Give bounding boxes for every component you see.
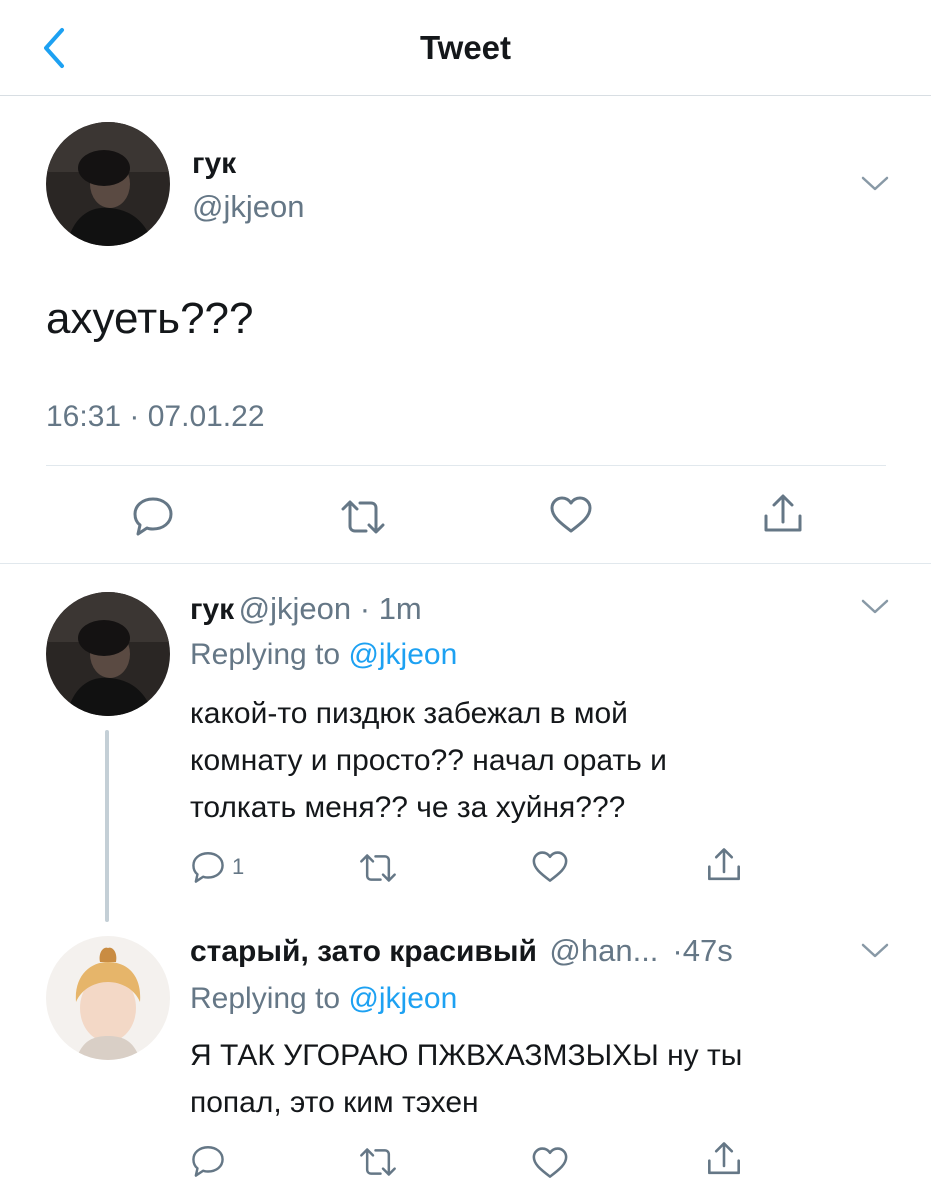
reply-time: 1m — [378, 591, 422, 626]
chevron-down-icon — [861, 599, 889, 614]
text-line: комнату и просто?? начал орать и — [190, 744, 667, 777]
reply-button[interactable] — [190, 1144, 226, 1183]
retweet-button[interactable] — [358, 1146, 398, 1183]
share-icon — [708, 848, 740, 881]
separator-dot: · — [351, 591, 379, 626]
section-divider — [0, 563, 931, 564]
replying-label: Replying to — [190, 638, 341, 671]
separator-dot: · — [672, 933, 683, 968]
reply-header: гук @jkjeon · 1m — [190, 590, 422, 628]
retweet-button[interactable] — [339, 498, 387, 541]
replying-to: Replying to @jkjeon — [190, 980, 457, 1018]
chevron-down-icon — [861, 943, 889, 958]
mention-link[interactable]: @jkjeon — [348, 982, 457, 1015]
reply-icon — [133, 497, 173, 536]
reply-header: старый, зато красивый @han... ·47s — [190, 932, 733, 970]
display-name[interactable]: гук — [192, 146, 236, 182]
reply-button[interactable] — [131, 495, 175, 542]
mention-link[interactable]: @jkjeon — [348, 638, 457, 671]
reply-text: какой-то пиздюк забежал в мой комнату и … — [190, 690, 667, 831]
avatar[interactable] — [46, 936, 170, 1060]
page-title: Tweet — [419, 29, 512, 66]
retweet-icon — [360, 1148, 396, 1176]
replying-to: Replying to @jkjeon — [190, 636, 457, 674]
user-photo — [46, 122, 170, 246]
tweet-timestamp: 16:31 · 07.01.22 — [46, 400, 265, 433]
tweet-options-button[interactable] — [860, 942, 890, 960]
replying-label: Replying to — [190, 982, 341, 1015]
tweet-text: ахуеть??? — [46, 294, 254, 343]
username-handle[interactable]: @han... — [549, 933, 658, 968]
tweet-options-button[interactable] — [860, 175, 890, 193]
reply-count: 1 — [232, 854, 245, 879]
username-handle[interactable]: @jkjeon — [239, 591, 351, 626]
user-photo — [46, 936, 170, 1060]
text-line: толкать меня?? че за хуйня??? — [190, 791, 626, 824]
reply-text: Я ТАК УГОРАЮ ПЖВХАЗМЗЫХЫ ну ты попал, эт… — [190, 1032, 742, 1126]
display-name[interactable]: старый, зато красивый — [190, 935, 537, 968]
text-line: какой-то пиздюк забежал в мой — [190, 697, 628, 730]
heart-icon — [532, 851, 568, 882]
heart-icon — [550, 496, 592, 533]
retweet-button[interactable] — [358, 852, 398, 889]
thread-line — [105, 730, 109, 922]
avatar[interactable] — [46, 122, 170, 246]
retweet-icon — [341, 500, 385, 534]
share-icon — [708, 1142, 740, 1175]
avatar[interactable] — [46, 592, 170, 716]
divider — [46, 465, 886, 466]
share-button[interactable] — [705, 846, 743, 889]
like-button[interactable] — [549, 495, 593, 540]
heart-icon — [532, 1147, 568, 1178]
reply-icon — [192, 1146, 224, 1177]
reply-button[interactable]: 1 — [190, 850, 244, 884]
share-icon — [764, 494, 802, 532]
user-photo — [46, 592, 170, 716]
text-line: попал, это ким тэхен — [190, 1086, 479, 1119]
text-line: Я ТАК УГОРАЮ ПЖВХАЗМЗЫХЫ ну ты — [190, 1039, 743, 1072]
chevron-down-icon — [861, 176, 889, 191]
reply-icon — [192, 852, 224, 883]
display-name[interactable]: гук — [190, 593, 234, 626]
reply-time: 47s — [682, 933, 733, 968]
share-button[interactable] — [705, 1140, 743, 1183]
username-handle[interactable]: @jkjeon — [192, 188, 304, 226]
like-button[interactable] — [531, 1146, 569, 1185]
share-button[interactable] — [761, 492, 805, 541]
top-nav-bar: Tweet — [0, 0, 931, 96]
retweet-icon — [360, 854, 396, 882]
like-button[interactable] — [531, 850, 569, 889]
tweet-options-button[interactable] — [860, 598, 890, 616]
